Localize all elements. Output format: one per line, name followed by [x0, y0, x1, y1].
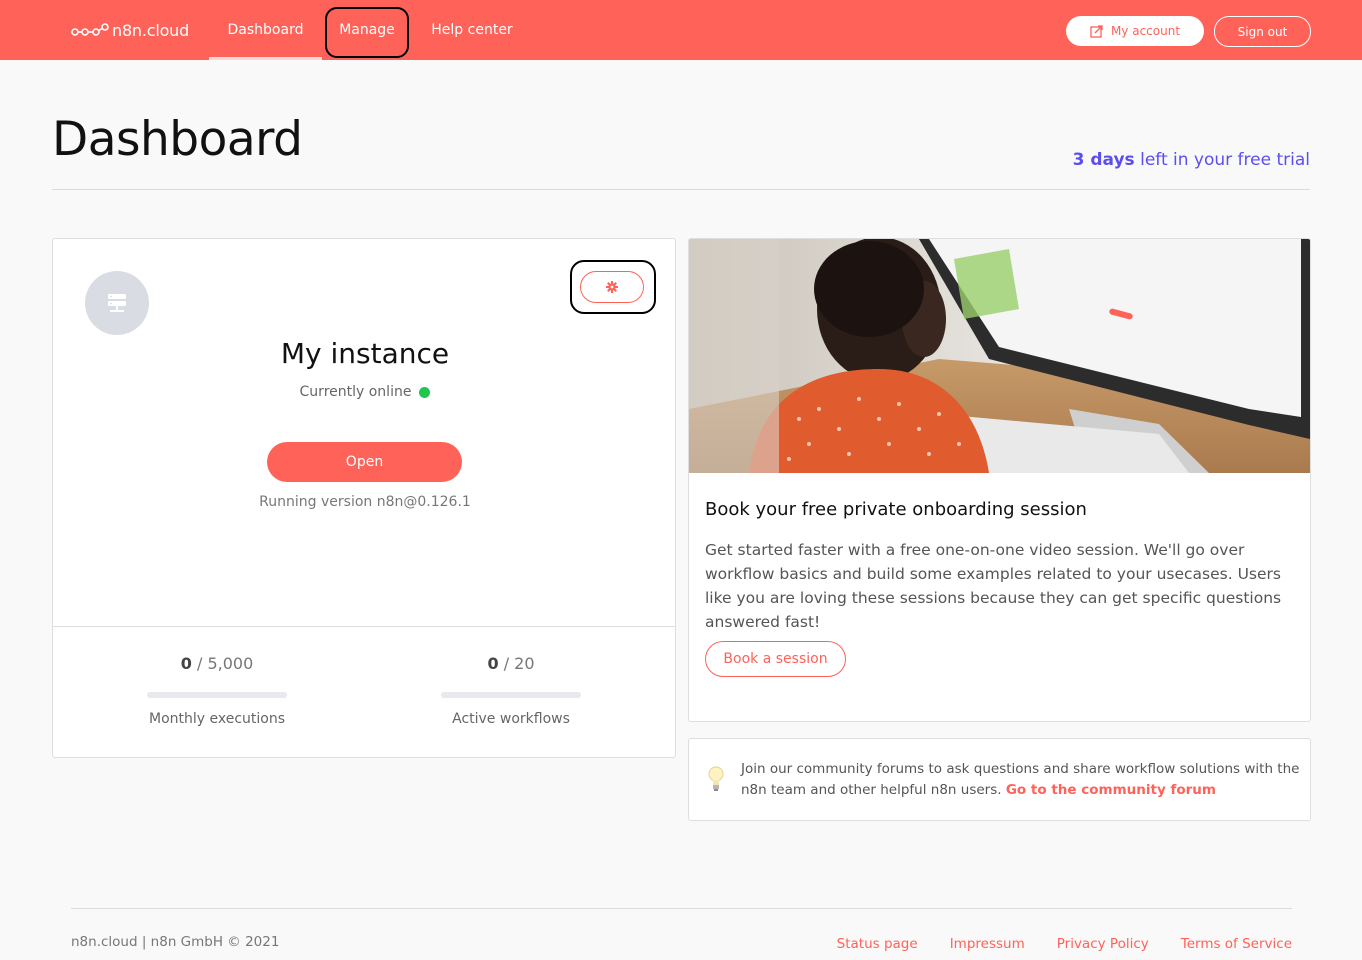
footer-link-terms-of-service[interactable]: Terms of Service: [1181, 936, 1292, 952]
usage-progress-bar: [147, 692, 287, 698]
footer-link-status-page[interactable]: Status page: [837, 936, 918, 952]
trial-notice: 3 days left in your free trial: [1073, 150, 1310, 170]
open-instance-button[interactable]: Open: [267, 442, 462, 482]
nav-tab-dashboard[interactable]: Dashboard: [209, 0, 322, 60]
nav-tab-dashboard-label: Dashboard: [227, 22, 304, 38]
stat-label: Active workflows: [452, 711, 570, 727]
highlight-ring: [325, 7, 409, 58]
sign-out-label: Sign out: [1237, 24, 1288, 39]
trial-suffix: left in your free trial: [1134, 150, 1310, 170]
stat-value: 0 / 20: [411, 654, 611, 673]
community-text: Join our community forums to ask questio…: [741, 759, 1301, 801]
my-account-label: My account: [1110, 24, 1181, 38]
stat-limit: / 5,000: [191, 654, 254, 673]
onboarding-hero-image: [689, 239, 1310, 473]
book-session-button[interactable]: Book a session: [705, 641, 846, 677]
footer-link-impressum[interactable]: Impressum: [950, 936, 1025, 952]
footer-copyright: n8n.cloud | n8n GmbH © 2021: [71, 934, 280, 950]
instance-card: My instance Currently online Open Runnin…: [52, 238, 676, 758]
logo-text: n8n.cloud: [112, 20, 190, 40]
my-account-button[interactable]: My account: [1066, 16, 1204, 46]
top-navigation-bar: n8n.cloud Dashboard Manage Help center M…: [0, 0, 1362, 60]
gear-icon: [606, 281, 618, 293]
footer-link-privacy-policy[interactable]: Privacy Policy: [1057, 936, 1149, 952]
lightbulb-icon: [708, 766, 724, 791]
instance-settings-button[interactable]: [580, 271, 644, 303]
nav-tab-help-center[interactable]: Help center: [422, 0, 522, 60]
instance-status-text: Currently online: [299, 384, 412, 400]
community-card: Join our community forums to ask questio…: [688, 738, 1311, 821]
usage-progress-bar: [441, 692, 581, 698]
trial-days: 3 days: [1072, 150, 1135, 170]
stat-limit: / 20: [498, 654, 535, 673]
server-icon: [85, 271, 149, 335]
nav-tab-help-center-label: Help center: [431, 22, 513, 38]
online-indicator: [419, 386, 431, 398]
book-session-label: Book a session: [723, 651, 828, 667]
open-button-label: Open: [345, 454, 384, 470]
n8n-logo-icon: [71, 23, 109, 36]
instance-title: My instance: [280, 337, 450, 370]
onboarding-title: Book your free private onboarding sessio…: [705, 499, 1087, 520]
stat-label: Monthly executions: [148, 711, 286, 727]
page-title: Dashboard: [52, 112, 303, 167]
community-forum-link[interactable]: Go to the community forum: [1006, 782, 1216, 798]
nav-tab-manage[interactable]: Manage: [325, 0, 409, 60]
onboarding-card: Book your free private onboarding sessio…: [688, 238, 1311, 722]
n8n-logo[interactable]: n8n.cloud: [71, 18, 189, 42]
header-divider: [52, 189, 1310, 190]
monthly-executions-stat: 0 / 5,000 Monthly executions: [117, 654, 317, 727]
sign-out-button[interactable]: Sign out: [1214, 16, 1311, 47]
active-workflows-stat: 0 / 20 Active workflows: [411, 654, 611, 727]
external-link-icon: [1090, 24, 1103, 38]
stat-used: 0: [487, 654, 499, 673]
card-divider: [53, 626, 675, 627]
footer-links: Status page Impressum Privacy Policy Ter…: [837, 936, 1292, 952]
instance-version: Running version n8n@0.126.1: [259, 494, 471, 510]
onboarding-description: Get started faster with a free one-on-on…: [705, 541, 1282, 631]
instance-status: Currently online: [53, 384, 677, 400]
footer-divider: [71, 908, 1292, 909]
stat-value: 0 / 5,000: [117, 654, 317, 673]
stat-used: 0: [180, 654, 192, 673]
